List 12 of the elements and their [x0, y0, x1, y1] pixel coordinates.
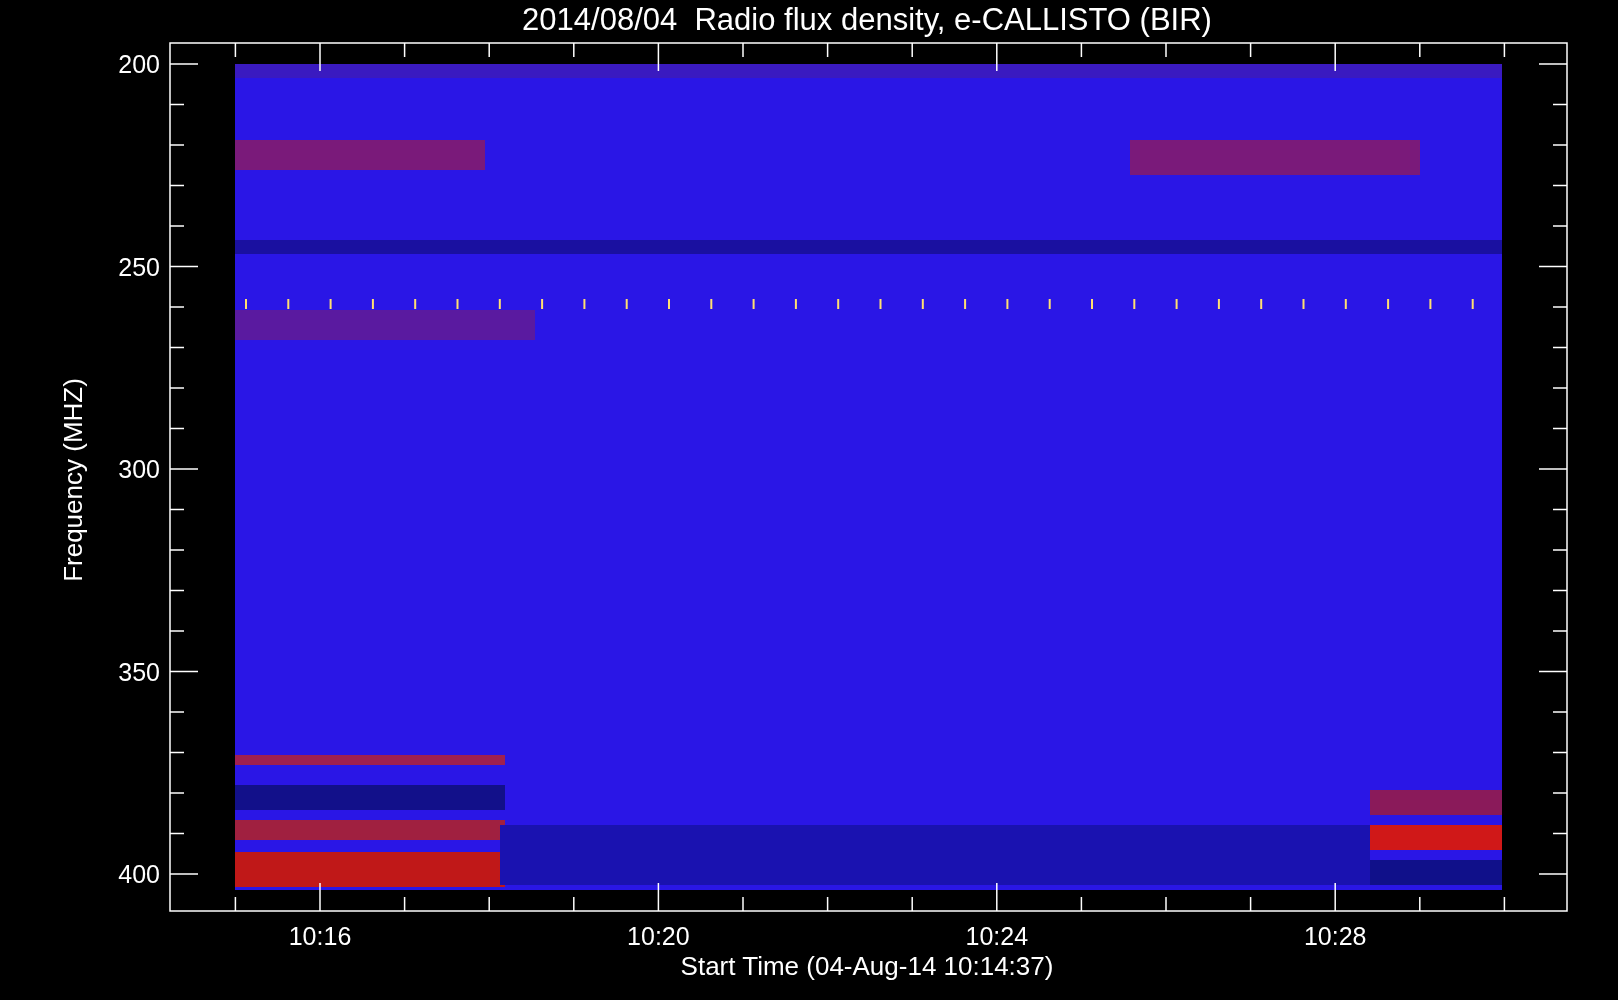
axis-label: Start Time (04-Aug-14 10:14:37) — [680, 951, 1054, 981]
tick-label: 10:16 — [288, 922, 352, 950]
tick-label: 10:28 — [1303, 922, 1367, 950]
tick-label: 400 — [118, 860, 160, 888]
axis-label: Frequency (MHZ) — [58, 378, 88, 582]
tick-label: 10:24 — [965, 922, 1029, 950]
tick-label: 10:20 — [627, 922, 690, 950]
tick-label: 200 — [118, 50, 160, 78]
tick-label: 350 — [118, 657, 160, 686]
tick-label: 300 — [118, 455, 160, 483]
tick-label: 250 — [118, 252, 160, 281]
chart-title: 2014/08/04 Radio flux density, e-CALLISTO (BIR) — [522, 2, 1212, 37]
